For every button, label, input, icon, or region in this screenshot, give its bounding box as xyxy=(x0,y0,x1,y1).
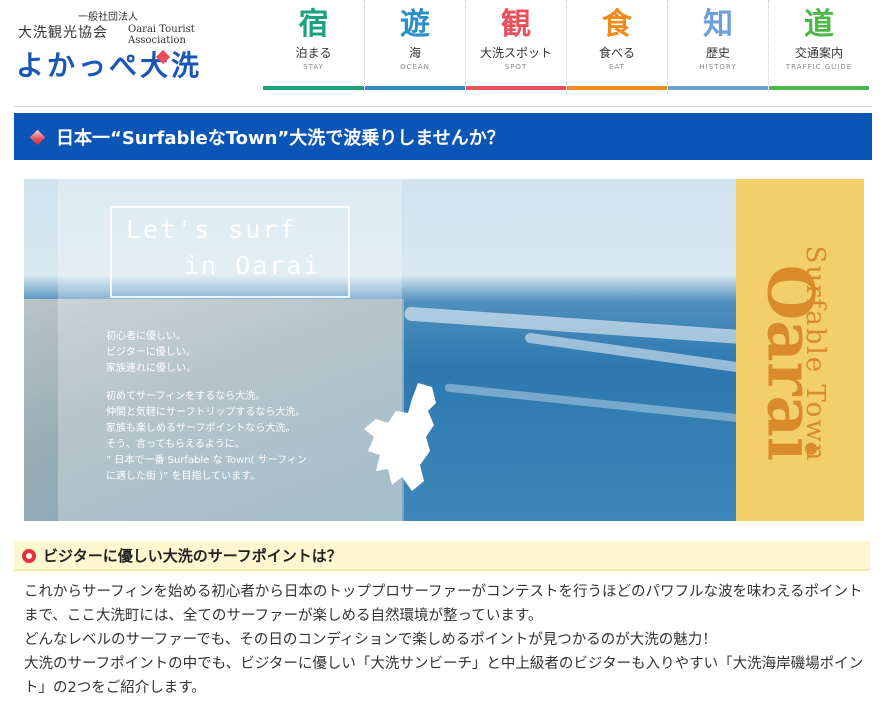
nav-item-stay[interactable]: 宿 泊まる STAY xyxy=(263,0,364,92)
eat-icon: 食 xyxy=(602,7,632,42)
page-title-bar: 日本一“SurfableなTown”大洗で波乗りしませんか？ xyxy=(14,113,872,160)
nav-label: 交通案内 xyxy=(794,46,843,60)
association-name-en: Oarai Tourist Association xyxy=(128,24,195,46)
site-header: 一般社団法人 大洗観光協会 Oarai Tourist Association … xyxy=(0,0,891,92)
paragraph: 大洗のサーフポイントの中でも、ビジターに優しい「大洗サンビーチ」と中上級者のビジ… xyxy=(24,656,864,696)
nav-color-bar xyxy=(466,86,566,90)
nav-item-traffic[interactable]: 道 交通案内 TRAFFIC GUIDE xyxy=(768,0,869,92)
ocean-icon: 遊 xyxy=(400,7,430,42)
nav-label-en: EAT xyxy=(609,63,625,71)
slogan: よかっぺ大洗 xyxy=(16,49,203,82)
site-logo[interactable]: 一般社団法人 大洗観光協会 Oarai Tourist Association … xyxy=(10,4,255,84)
nav-color-bar xyxy=(365,86,465,90)
org-label: 一般社団法人 xyxy=(78,12,138,23)
lets-surf-line1: Let's surf xyxy=(126,215,297,244)
nav-label: 歴史 xyxy=(705,46,730,60)
nav-label-en: OCEAN xyxy=(400,63,430,71)
nav-label-en: TRAFFIC GUIDE xyxy=(785,63,853,71)
nav-label-en: STAY xyxy=(303,63,324,71)
intro-line: 仲間と気軽にサーフトリップするなら大洗。 xyxy=(106,407,306,418)
section-body: これからサーフィンを始める初心者から日本のトッププロサーファーがコンテストを行う… xyxy=(24,580,864,700)
diamond-icon xyxy=(29,129,46,146)
nav-label: 海 xyxy=(408,46,421,60)
intro-line: に適した街 )” を目指しています。 xyxy=(106,471,261,482)
history-icon: 知 xyxy=(703,7,733,42)
paragraph: どんなレベルのサーファーでも、その日のコンディションで楽しめるポイントが見つかる… xyxy=(24,632,717,648)
intro-line: 初めてサーフィンをするなら大洗。 xyxy=(106,391,266,402)
nav-item-eat[interactable]: 食 食べる EAT xyxy=(566,0,667,92)
oarai-map-icon xyxy=(364,383,436,491)
nav-color-bar xyxy=(769,86,869,90)
hero-intro-text: 初心者に優しい。 ビジターに優しい。 家族連れに優しい。 初めてサーフィンをする… xyxy=(106,329,386,485)
paragraph: これからサーフィンを始める初心者から日本のトッププロサーファーがコンテストを行う… xyxy=(24,584,863,624)
intro-line: そう、言ってもらえるように。 xyxy=(106,439,245,450)
nav-item-spot[interactable]: 観 大洗スポット SPOT xyxy=(465,0,566,92)
page-title: 日本一“SurfableなTown”大洗で波乗りしませんか？ xyxy=(56,128,505,149)
surfable-town-vertical-text: Surfable Town xyxy=(800,245,830,463)
divider xyxy=(14,106,872,107)
intro-line: ” 日本で一番 Surfable な Town( サーフィン xyxy=(106,455,307,466)
lets-surf-line2: in Oarai xyxy=(184,251,321,280)
traffic-icon: 道 xyxy=(804,7,834,42)
stay-icon: 宿 xyxy=(298,7,329,42)
bullet-circle-icon xyxy=(22,549,36,563)
nav-color-bar xyxy=(567,86,667,90)
nav-item-history[interactable]: 知 歴史 HISTORY xyxy=(667,0,768,92)
nav-color-bar xyxy=(263,86,364,90)
intro-line: ビジターに優しい。 xyxy=(106,347,196,358)
nav-item-ocean[interactable]: 遊 海 OCEAN xyxy=(364,0,465,92)
nav-label: 泊まる xyxy=(295,46,332,60)
nav-color-bar xyxy=(668,86,768,90)
intro-line: 家族も楽しめるサーフポイントなら大洗。 xyxy=(106,423,296,434)
nav-label: 大洗スポット xyxy=(479,46,552,60)
nav-label-en: HISTORY xyxy=(699,63,737,71)
intro-line: 初心者に優しい。 xyxy=(106,331,186,342)
association-name: 大洗観光協会 xyxy=(18,25,108,41)
section-heading: ビジターに優しい大洗のサーフポイントは？ xyxy=(14,541,870,571)
nav-label: 食べる xyxy=(598,46,635,60)
global-nav: 宿 泊まる STAY 遊 海 OCEAN 観 大洗スポット SPOT 食 食べる… xyxy=(263,0,871,92)
section-title: ビジターに優しい大洗のサーフポイントは？ xyxy=(43,547,342,565)
hero-image: Let's surf in Oarai 初心者に優しい。 ビジターに優しい。 家… xyxy=(24,179,864,521)
wave-foam xyxy=(444,383,744,423)
nav-label-en: SPOT xyxy=(504,63,528,71)
intro-line: 家族連れに優しい。 xyxy=(106,363,196,374)
spot-icon: 観 xyxy=(501,7,531,42)
